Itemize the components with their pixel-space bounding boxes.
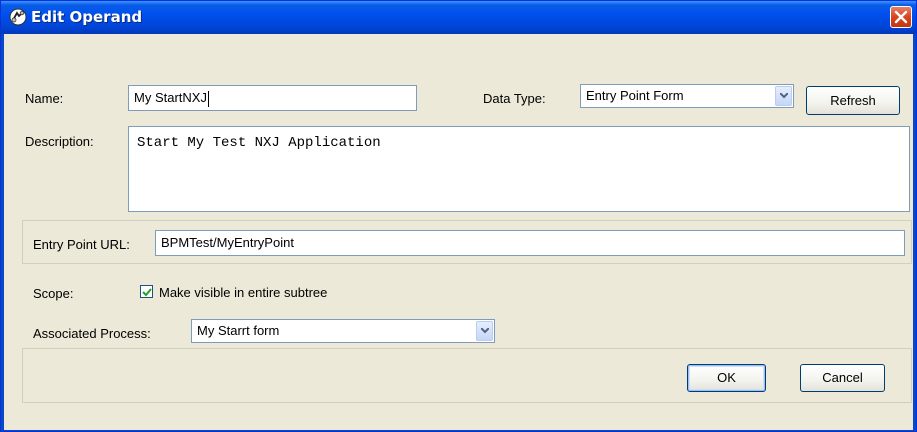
window-title: Edit Operand	[31, 8, 143, 26]
associated-process-label: Associated Process:	[33, 326, 151, 341]
name-label: Name:	[25, 91, 64, 106]
refresh-button[interactable]: Refresh	[806, 86, 900, 115]
cancel-button[interactable]: Cancel	[800, 364, 885, 392]
description-label: Description:	[25, 134, 94, 149]
refresh-button-label: Refresh	[830, 93, 876, 108]
chevron-down-icon[interactable]	[476, 321, 493, 341]
name-value: My StartNXJ	[134, 90, 207, 105]
dialog-body: Name: My StartNXJ Data Type: Entry Point…	[4, 34, 913, 430]
close-icon	[894, 10, 908, 24]
text-caret	[207, 90, 209, 107]
ok-button-label: OK	[717, 370, 736, 385]
close-button[interactable]	[890, 6, 912, 28]
operand-icon	[8, 7, 28, 27]
scope-checkbox[interactable]	[140, 285, 153, 298]
cancel-button-label: Cancel	[822, 370, 863, 385]
scope-label: Scope:	[33, 286, 74, 301]
data-type-label: Data Type:	[483, 91, 546, 106]
entry-point-url-input[interactable]: BPMTest/MyEntryPoint	[155, 230, 905, 256]
button-panel	[22, 348, 912, 403]
scope-checkbox-label[interactable]: Make visible in entire subtree	[159, 285, 327, 300]
description-textarea[interactable]: Start My Test NXJ Application	[128, 126, 910, 212]
name-input[interactable]: My StartNXJ	[128, 85, 417, 111]
entry-point-url-label: Entry Point URL:	[33, 237, 130, 252]
associated-process-value: My Starrt form	[197, 323, 280, 338]
data-type-value: Entry Point Form	[586, 88, 684, 103]
data-type-select[interactable]: Entry Point Form	[580, 84, 794, 108]
ok-button[interactable]: OK	[687, 364, 766, 392]
chevron-down-icon[interactable]	[775, 86, 792, 106]
title-bar[interactable]: Edit Operand	[1, 1, 916, 34]
associated-process-select[interactable]: My Starrt form	[191, 319, 495, 343]
edit-operand-dialog: Edit Operand Name: My StartNXJ Data Type…	[0, 0, 917, 432]
description-value: Start My Test NXJ Application	[137, 135, 381, 151]
entry-point-url-value: BPMTest/MyEntryPoint	[161, 235, 294, 250]
checkmark-icon	[142, 288, 152, 297]
